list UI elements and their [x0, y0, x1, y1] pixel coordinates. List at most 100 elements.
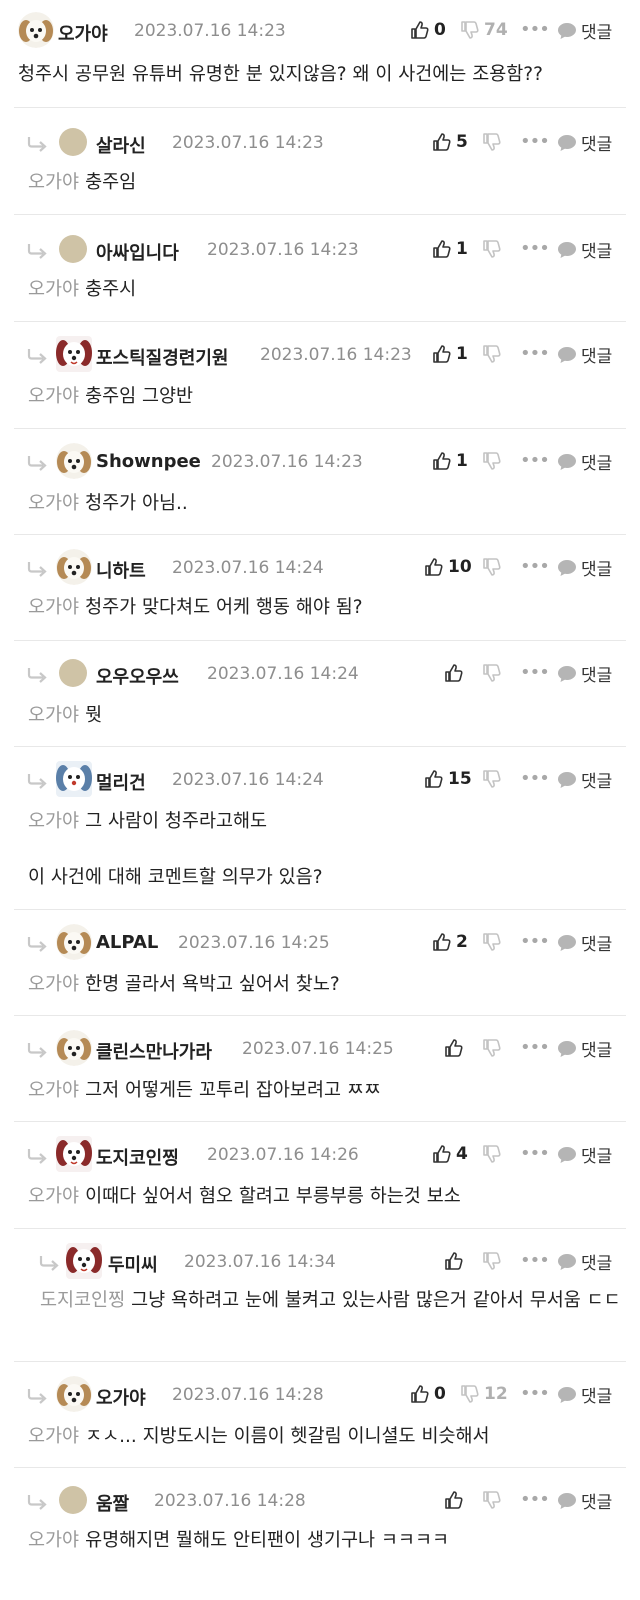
- more-options-icon[interactable]: •••: [520, 1489, 550, 1510]
- mention-name[interactable]: 오가야: [28, 811, 79, 832]
- more-options-icon[interactable]: •••: [520, 19, 550, 40]
- author-name[interactable]: 오우오우쓰: [96, 663, 179, 689]
- reply-button[interactable]: 댓글: [557, 1488, 612, 1513]
- author-name[interactable]: 살라신: [96, 132, 146, 158]
- author-name[interactable]: 포스틱질경련기원: [96, 344, 228, 370]
- default-avatar[interactable]: [59, 128, 87, 156]
- reply-button[interactable]: 댓글: [557, 1382, 612, 1407]
- mention-name[interactable]: 오가야: [28, 279, 79, 300]
- mention-name[interactable]: 오가야: [28, 1530, 79, 1551]
- default-avatar[interactable]: [59, 659, 87, 687]
- downvote-button[interactable]: [482, 1142, 502, 1166]
- more-options-icon[interactable]: •••: [520, 343, 550, 364]
- mention-name[interactable]: 오가야: [28, 1080, 79, 1101]
- red-dog-avatar[interactable]: [66, 1243, 102, 1279]
- reply-button[interactable]: 댓글: [557, 1249, 612, 1274]
- author-name[interactable]: 도지코인찡: [96, 1144, 179, 1170]
- downvote-button[interactable]: [482, 342, 502, 366]
- reply-button[interactable]: 댓글: [557, 237, 612, 262]
- upvote-button[interactable]: 5: [432, 130, 468, 154]
- reply-button[interactable]: 댓글: [557, 1036, 612, 1061]
- mention-name[interactable]: 오가야: [28, 705, 79, 726]
- mention-name[interactable]: 오가야: [28, 1186, 79, 1207]
- upvote-button[interactable]: [444, 661, 464, 685]
- downvote-button[interactable]: [482, 449, 502, 473]
- upvote-button[interactable]: 4: [432, 1142, 468, 1166]
- downvote-button[interactable]: [482, 930, 502, 954]
- mention-name[interactable]: 도지코인찡: [40, 1290, 125, 1311]
- red-dog-avatar[interactable]: [56, 336, 92, 372]
- mention-name[interactable]: 오가야: [28, 172, 79, 193]
- author-name[interactable]: 움짤: [96, 1490, 129, 1516]
- more-options-icon[interactable]: •••: [520, 1143, 550, 1164]
- upvote-button[interactable]: 1: [432, 449, 468, 473]
- author-name[interactable]: 오가야: [96, 1384, 146, 1410]
- upvote-button[interactable]: 10: [424, 555, 472, 579]
- mention-name[interactable]: 오가야: [28, 493, 79, 514]
- reply-button[interactable]: 댓글: [557, 930, 612, 955]
- reply-button[interactable]: 댓글: [557, 767, 612, 792]
- author-name[interactable]: 니하트: [96, 557, 146, 583]
- mention-name[interactable]: 오가야: [28, 597, 79, 618]
- more-options-icon[interactable]: •••: [520, 1383, 550, 1404]
- more-options-icon[interactable]: •••: [520, 238, 550, 259]
- reply-button[interactable]: 댓글: [557, 449, 612, 474]
- more-options-icon[interactable]: •••: [520, 450, 550, 471]
- reply-button[interactable]: 댓글: [557, 661, 612, 686]
- upvote-button[interactable]: 0: [410, 18, 446, 42]
- dog-avatar[interactable]: [56, 1376, 92, 1412]
- dog-avatar[interactable]: [56, 549, 92, 585]
- downvote-button[interactable]: [482, 130, 502, 154]
- upvote-button[interactable]: [444, 1036, 464, 1060]
- more-options-icon[interactable]: •••: [520, 662, 550, 683]
- upvote-button[interactable]: 1: [432, 342, 468, 366]
- downvote-button[interactable]: 74: [460, 18, 508, 42]
- dog-avatar[interactable]: [56, 443, 92, 479]
- comment-text-content: ㅈㅅ... 지방도시는 이름이 헷갈림 이니셜도 비슷해서: [85, 1426, 490, 1447]
- author-name[interactable]: 멀리건: [96, 769, 146, 795]
- upvote-button[interactable]: 15: [424, 767, 472, 791]
- downvote-button[interactable]: [482, 767, 502, 791]
- downvote-button[interactable]: [482, 1488, 502, 1512]
- reply-button[interactable]: 댓글: [557, 1142, 612, 1167]
- upvote-button[interactable]: [444, 1249, 464, 1273]
- upvote-button[interactable]: 1: [432, 237, 468, 261]
- upvote-button[interactable]: 0: [410, 1382, 446, 1406]
- red-dog-avatar[interactable]: [56, 1136, 92, 1172]
- more-options-icon[interactable]: •••: [520, 1037, 550, 1058]
- reply-button[interactable]: 댓글: [557, 342, 612, 367]
- dog-avatar[interactable]: [18, 12, 54, 48]
- more-options-icon[interactable]: •••: [520, 768, 550, 789]
- reply-button[interactable]: 댓글: [557, 555, 612, 580]
- author-name[interactable]: 아싸입니다: [96, 239, 179, 265]
- author-name[interactable]: 오가야: [58, 20, 108, 46]
- blue-dog-avatar[interactable]: [56, 761, 92, 797]
- mention-name[interactable]: 오가야: [28, 386, 79, 407]
- dog-avatar[interactable]: [56, 1030, 92, 1066]
- default-avatar[interactable]: [59, 235, 87, 263]
- reply-button[interactable]: 댓글: [557, 18, 612, 43]
- downvote-button[interactable]: [482, 237, 502, 261]
- downvote-button[interactable]: 12: [460, 1382, 508, 1406]
- more-options-icon[interactable]: •••: [520, 931, 550, 952]
- mention-name[interactable]: 오가야: [28, 1426, 79, 1447]
- more-options-icon[interactable]: •••: [520, 556, 550, 577]
- more-options-icon[interactable]: •••: [520, 131, 550, 152]
- comment-header: 두미씨 2023.07.16 14:34 ••• 댓글: [0, 1243, 640, 1283]
- dog-avatar[interactable]: [56, 924, 92, 960]
- author-name[interactable]: Shownpee: [96, 451, 201, 472]
- author-name[interactable]: 두미씨: [108, 1251, 158, 1277]
- upvote-button[interactable]: [444, 1488, 464, 1512]
- upvote-button[interactable]: 2: [432, 930, 468, 954]
- more-options-icon[interactable]: •••: [520, 1250, 550, 1271]
- mention-name[interactable]: 오가야: [28, 974, 79, 995]
- comment-header: 니하트 2023.07.16 14:24 10 ••• 댓글: [0, 549, 640, 589]
- downvote-button[interactable]: [482, 661, 502, 685]
- downvote-button[interactable]: [482, 1036, 502, 1060]
- default-avatar[interactable]: [59, 1486, 87, 1514]
- author-name[interactable]: ALPAL: [96, 932, 158, 953]
- downvote-button[interactable]: [482, 555, 502, 579]
- author-name[interactable]: 클린스만나가라: [96, 1038, 212, 1064]
- reply-button[interactable]: 댓글: [557, 130, 612, 155]
- downvote-button[interactable]: [482, 1249, 502, 1273]
